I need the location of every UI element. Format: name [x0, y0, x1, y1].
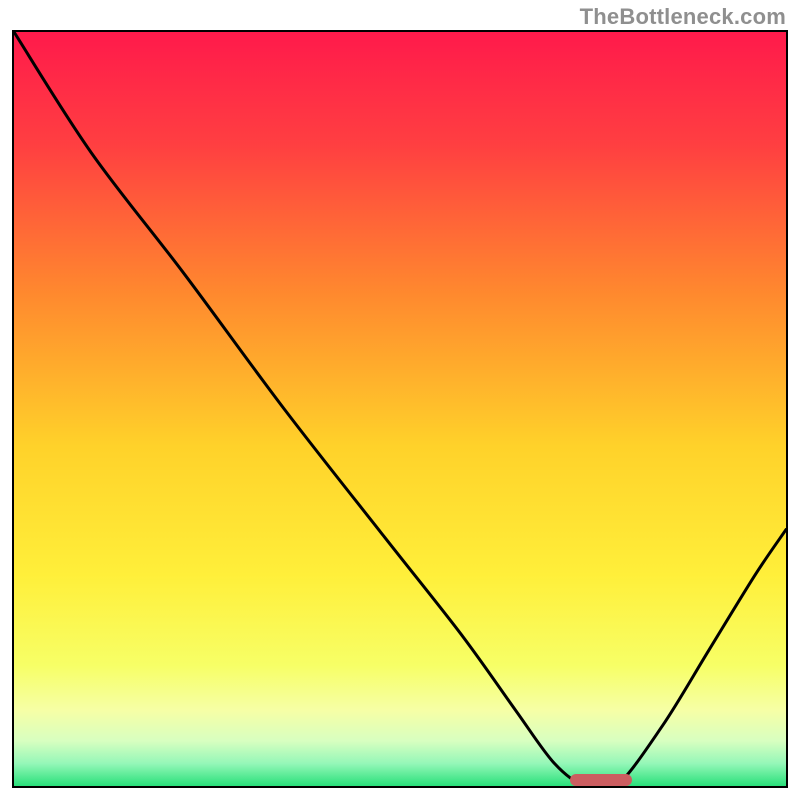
watermark-label: TheBottleneck.com: [580, 4, 786, 30]
chart-frame: [12, 30, 788, 788]
optimal-marker: [570, 774, 632, 786]
bottleneck-curve: [14, 32, 786, 786]
